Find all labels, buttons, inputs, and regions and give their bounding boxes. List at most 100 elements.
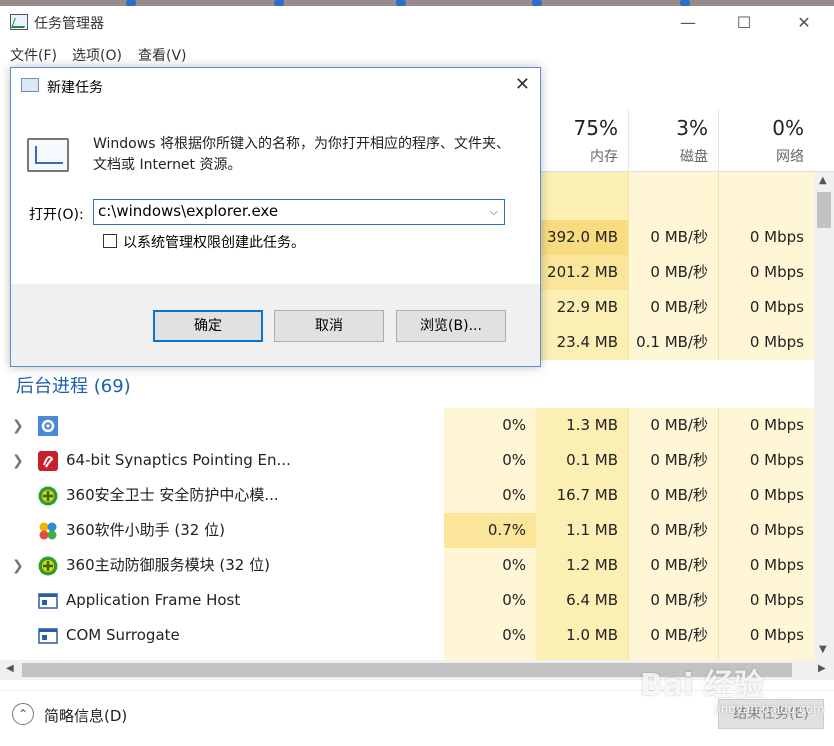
mem-cell: 1.0 MB [566, 626, 618, 644]
net-cell: 0 Mbps [749, 298, 804, 316]
admin-checkbox[interactable] [103, 234, 117, 248]
group-row-bg-right [444, 360, 814, 408]
net-cell: 0 Mbps [749, 521, 804, 539]
app-frame-icon [38, 628, 58, 644]
net-cell: 0 Mbps [749, 591, 804, 609]
fewer-details-link[interactable]: 简略信息(D) [44, 705, 127, 726]
column-disk[interactable]: 3% 磁盘 [628, 110, 718, 172]
open-label: 打开(O): [29, 207, 84, 223]
scroll-right-icon[interactable]: ▶ [818, 663, 826, 674]
disk-cell: 0 MB/秒 [650, 451, 708, 469]
column-memory[interactable]: 75% 内存 [536, 110, 628, 172]
360-icon [38, 486, 58, 506]
vertical-scrollbar[interactable]: ▲ ▼ [814, 172, 834, 660]
watermark-logo: Bai 经验 [640, 668, 764, 703]
360-assistant-icon [39, 522, 57, 540]
disk-cell: 0 MB/秒 [650, 486, 708, 504]
chevron-right-icon[interactable]: ❯ [12, 418, 24, 434]
new-task-dialog: 新建任务 ✕ Windows 将根据你所键入的名称，为你打开相应的程序、文件夹、… [10, 67, 541, 367]
cpu-cell: 0% [502, 556, 526, 574]
360-icon [38, 556, 58, 576]
mem-cell: 0.1 MB [566, 451, 618, 469]
net-cell: 0 Mbps [749, 626, 804, 644]
mem-cell: 16.7 MB [556, 486, 618, 504]
open-input-value: c:\windows\explorer.exe [98, 202, 279, 220]
cpu-cell: 0% [502, 626, 526, 644]
mem-cell: 1.1 MB [566, 521, 618, 539]
table-row[interactable]: ❯ 64-bit Synaptics Pointing En... 0% 0.1… [0, 443, 814, 478]
disk-cell: 0.1 MB/秒 [636, 333, 708, 351]
scroll-down-icon[interactable]: ▼ [819, 644, 827, 655]
cpu-cell: 0% [502, 416, 526, 434]
process-name: 360软件小助手 (32 位) [66, 521, 225, 539]
task-manager-window: 任务管理器 — ☐ ✕ 文件(F) 选项(O) 查看(V) 75% 内存 3% … [0, 0, 834, 746]
mem-cell: 6.4 MB [566, 591, 618, 609]
admin-checkbox-label[interactable]: 以系统管理权限创建此任务。 [123, 232, 305, 252]
menu-options[interactable]: 选项(O) [72, 45, 122, 65]
net-cell: 0 Mbps [749, 228, 804, 246]
process-name: 64-bit Synaptics Pointing En... [66, 451, 291, 469]
background-process-list: ❯ 0% 1.3 MB 0 MB/秒 0 Mbps ❯ 64-bit Synap… [0, 408, 814, 660]
table-row[interactable]: ❯ 360主动防御服务模块 (32 位) 0% 1.2 MB 0 MB/秒 0 … [0, 548, 814, 583]
ok-button[interactable]: 确定 [153, 310, 263, 342]
menu-view[interactable]: 查看(V) [138, 45, 187, 65]
cpu-cell: 0% [502, 451, 526, 469]
mem-cell: 201.2 MB [536, 255, 628, 290]
table-row[interactable]: COM Surrogate 0% 1.0 MB 0 MB/秒 0 Mbps [0, 618, 814, 653]
process-name: COM Surrogate [66, 626, 180, 644]
cpu-cell: 0% [502, 486, 526, 504]
table-row[interactable]: 360软件小助手 (32 位) 0.7% 1.1 MB 0 MB/秒 0 Mbp… [0, 513, 814, 548]
mem-cell: 22.9 MB [556, 298, 618, 316]
dialog-description: Windows 将根据你所键入的名称，为你打开相应的程序、文件夹、文档或 Int… [93, 136, 510, 173]
vertical-scroll-thumb[interactable] [817, 192, 831, 228]
chevron-right-icon[interactable]: ❯ [12, 558, 24, 574]
chevron-down-icon[interactable]: ⌵ [490, 205, 498, 219]
close-icon[interactable]: ✕ [515, 74, 530, 95]
net-cell: 0 Mbps [749, 416, 804, 434]
minimize-icon[interactable]: — [660, 6, 716, 38]
mem-cell: 392.0 MB [536, 220, 628, 255]
dialog-title: 新建任务 [47, 80, 103, 96]
disk-cell: 0 MB/秒 [650, 556, 708, 574]
net-cell: 0 Mbps [749, 263, 804, 281]
title-bar: 任务管理器 — ☐ ✕ [0, 6, 834, 40]
chevron-up-icon[interactable]: ⌃ [12, 703, 34, 725]
net-cell: 0 Mbps [749, 556, 804, 574]
task-manager-icon [10, 14, 28, 30]
open-input[interactable]: c:\windows\explorer.exe ⌵ [93, 199, 505, 225]
browse-button[interactable]: 浏览(B)... [396, 310, 506, 342]
chevron-right-icon[interactable]: ❯ [12, 453, 24, 469]
table-row[interactable]: 360安全卫士 安全防护中心模... 0% 16.7 MB 0 MB/秒 0 M… [0, 478, 814, 513]
cancel-button[interactable]: 取消 [274, 310, 384, 342]
disk-cell: 0 MB/秒 [650, 228, 708, 246]
app-frame-icon [38, 593, 58, 609]
gear-icon [38, 416, 58, 436]
run-icon [21, 78, 39, 92]
net-cell: 0 Mbps [749, 333, 804, 351]
disk-cell: 0 MB/秒 [650, 416, 708, 434]
mem-cell: 1.3 MB [566, 416, 618, 434]
maximize-icon[interactable]: ☐ [716, 6, 772, 38]
disk-cell: 0 MB/秒 [650, 626, 708, 644]
net-cell: 0 Mbps [749, 451, 804, 469]
scroll-up-icon[interactable]: ▲ [819, 175, 827, 186]
process-name: 360主动防御服务模块 (32 位) [66, 556, 270, 574]
menu-file[interactable]: 文件(F) [10, 45, 57, 65]
mem-cell: 23.4 MB [556, 333, 618, 351]
dialog-title-bar: 新建任务 ✕ [11, 68, 540, 104]
disk-cell: 0 MB/秒 [650, 263, 708, 281]
net-cell: 0 Mbps [749, 486, 804, 504]
disk-label: 磁盘 [680, 149, 708, 165]
memory-label: 内存 [590, 149, 618, 165]
cpu-cell: 0.7% [444, 513, 536, 548]
network-percent: 0% [772, 116, 804, 140]
table-row[interactable]: Application Frame Host 0% 6.4 MB 0 MB/秒 … [0, 583, 814, 618]
disk-percent: 3% [676, 116, 708, 140]
column-network[interactable]: 0% 网络 [718, 110, 814, 172]
mem-cell: 1.2 MB [566, 556, 618, 574]
scroll-left-icon[interactable]: ◀ [6, 663, 14, 674]
synaptics-icon [38, 451, 58, 471]
close-icon[interactable]: ✕ [776, 6, 832, 38]
cpu-cell: 0% [502, 591, 526, 609]
table-row[interactable]: ❯ 0% 1.3 MB 0 MB/秒 0 Mbps [0, 408, 814, 443]
